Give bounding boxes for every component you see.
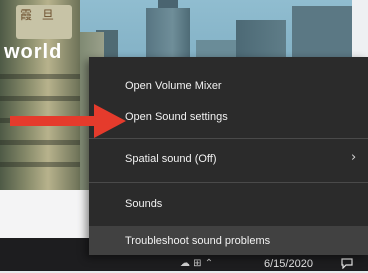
menu-item-label: Open Sound settings <box>125 111 228 123</box>
taskbar-date[interactable]: 6/15/2020 <box>264 258 313 271</box>
menu-item-label: Open Volume Mixer <box>125 80 222 92</box>
red-arrow-icon <box>10 104 126 138</box>
menu-item-open-sound-settings[interactable]: Open Sound settings <box>89 104 368 130</box>
tower-band <box>0 140 80 145</box>
sound-context-menu: Open Volume Mixer Open Sound settings Sp… <box>89 57 368 255</box>
notification-glyph <box>341 258 353 270</box>
menu-item-label: Troubleshoot sound problems <box>125 235 271 247</box>
menu-item-spatial-sound[interactable]: Spatial sound (Off) › <box>89 146 368 172</box>
menu-item-troubleshoot-sound[interactable]: Troubleshoot sound problems <box>89 226 368 255</box>
tower-band <box>0 74 80 79</box>
tower-sign: 霞 旦 <box>20 8 57 22</box>
tower-band <box>0 162 80 167</box>
system-tray-icons[interactable]: ☁ ⊞ ⌃ <box>180 258 213 270</box>
tower <box>0 0 80 190</box>
tower-band <box>0 96 80 101</box>
arrow-head <box>94 104 126 138</box>
page-headline: world <box>4 41 63 63</box>
menu-item-label: Sounds <box>125 198 163 210</box>
menu-separator <box>89 138 368 139</box>
menu-item-sounds[interactable]: Sounds <box>89 191 368 217</box>
menu-item-label: Spatial sound (Off) <box>125 153 217 165</box>
menu-separator <box>89 182 368 183</box>
arrow-shaft <box>10 116 96 126</box>
chevron-right-icon: › <box>351 150 357 165</box>
menu-item-open-volume-mixer[interactable]: Open Volume Mixer <box>89 73 368 99</box>
